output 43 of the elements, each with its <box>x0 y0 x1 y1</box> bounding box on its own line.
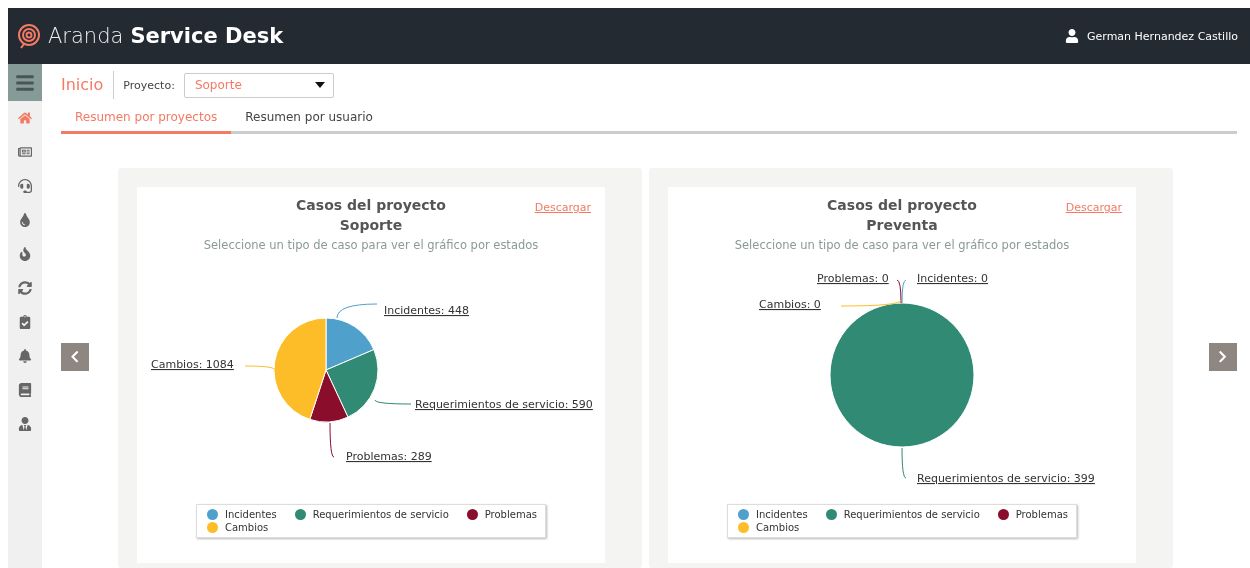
chart-title: Casos del proyecto Soporte <box>296 196 446 235</box>
caret-icon <box>314 82 325 88</box>
slice-label[interactable]: Cambios: 1084 <box>151 358 234 371</box>
legend-label[interactable]: Incidentes <box>225 509 277 520</box>
leader-line <box>374 399 412 405</box>
pie-slice[interactable] <box>325 349 379 418</box>
logo-icon <box>16 23 42 49</box>
chart-subtitle: Seleccione un tipo de caso para ver el gráfico por estados <box>203 238 539 252</box>
slice-label[interactable]: Requerimientos de servicio: 399 <box>917 472 1095 485</box>
slice-label[interactable]: Requerimientos de servicio: 590 <box>415 398 593 411</box>
next-button[interactable] <box>1209 343 1237 371</box>
legend-label[interactable]: Problemas <box>1015 509 1068 520</box>
pie-slice[interactable] <box>325 317 375 371</box>
page-title: Inicio <box>61 71 115 99</box>
user-icon[interactable] <box>1065 29 1079 43</box>
legend-label[interactable]: Requerimientos de servicio <box>843 509 980 520</box>
slice-label[interactable]: Problemas: 289 <box>346 450 432 463</box>
slice-label[interactable]: Incidentes: 448 <box>384 304 470 317</box>
pie-slice[interactable] <box>273 317 327 420</box>
leader-line <box>901 447 907 479</box>
previous-button[interactable] <box>61 343 89 371</box>
chart-title: Casos del proyecto Preventa <box>827 196 977 235</box>
pie-slice[interactable] <box>829 302 975 448</box>
slice-label[interactable]: Incidentes: 0 <box>917 272 989 285</box>
leader-line <box>329 422 335 458</box>
pie-slice[interactable] <box>309 369 349 423</box>
legend-label[interactable]: Problemas <box>484 509 537 520</box>
brand-name: Aranda <box>48 24 124 48</box>
slice-label[interactable]: Problemas: 0 <box>817 272 889 285</box>
leader-line <box>244 365 276 371</box>
slice-label[interactable]: Cambios: 0 <box>759 298 821 311</box>
chart-subtitle: Seleccione un tipo de caso para ver el gráfico por estados <box>734 238 1070 252</box>
menu-button[interactable] <box>8 64 42 101</box>
legend-label[interactable]: Cambios <box>225 522 269 533</box>
legend-label[interactable]: Incidentes <box>756 509 808 520</box>
brand-name: Service Desk <box>130 24 284 48</box>
tab[interactable]: Resumen por usuario <box>231 106 387 134</box>
project-label: Proyecto: <box>123 78 175 92</box>
legend-label[interactable]: Cambios <box>756 522 800 533</box>
user-name[interactable]: German Hernandez Castillo <box>1087 29 1238 43</box>
menu-icon <box>15 72 35 93</box>
legend-label[interactable]: Requerimientos de servicio <box>312 509 449 520</box>
leader-line <box>336 303 378 319</box>
